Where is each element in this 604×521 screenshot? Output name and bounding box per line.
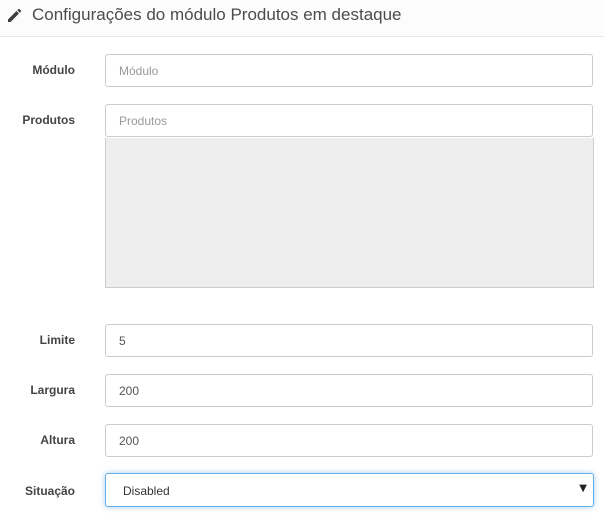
height-label: Altura — [40, 433, 75, 447]
products-label: Produtos — [22, 113, 75, 127]
status-select[interactable]: Disabled ▼ — [105, 473, 594, 507]
page-title: Configurações do módulo Produtos em dest… — [32, 5, 402, 24]
width-label: Largura — [30, 383, 75, 397]
module-label: Módulo — [32, 63, 75, 77]
limit-label: Limite — [39, 333, 75, 347]
pencil-icon — [6, 8, 22, 24]
height-input[interactable] — [105, 424, 593, 457]
products-autocomplete-input[interactable] — [105, 104, 593, 137]
status-label: Situação — [24, 484, 75, 498]
status-selected-value: Disabled — [123, 484, 170, 498]
limit-input[interactable] — [105, 324, 593, 357]
dropdown-arrow-icon: ▼ — [579, 483, 587, 494]
module-settings-panel: Configurações do módulo Produtos em dest… — [0, 0, 604, 521]
width-input[interactable] — [105, 374, 593, 407]
module-name-input[interactable] — [105, 54, 593, 87]
selected-products-list[interactable] — [105, 138, 594, 288]
panel-heading: Configurações do módulo Produtos em dest… — [0, 0, 604, 37]
